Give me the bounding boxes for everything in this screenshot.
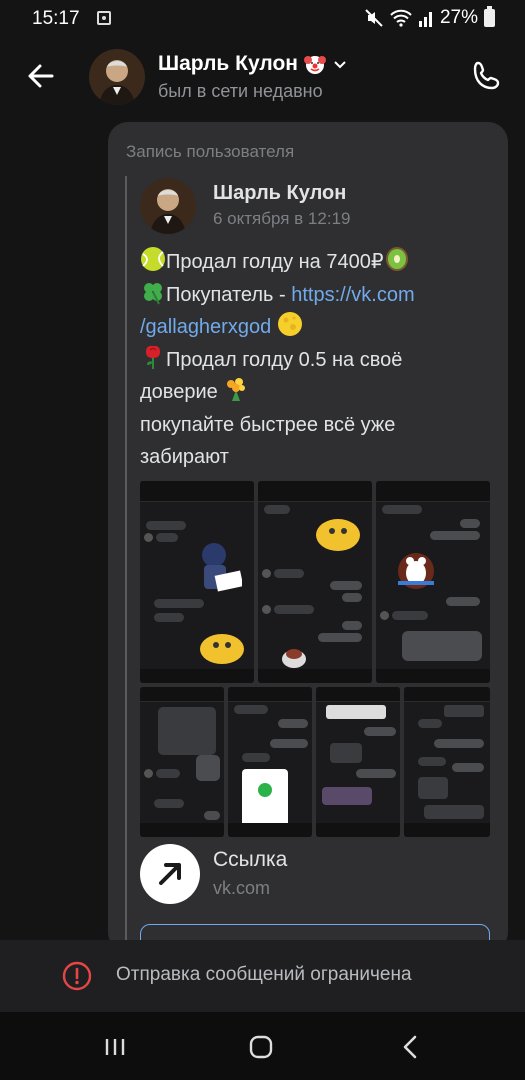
post-author-avatar[interactable] xyxy=(140,178,196,234)
back-nav-icon[interactable] xyxy=(398,1034,422,1060)
back-arrow-icon[interactable] xyxy=(22,58,58,94)
recents-icon[interactable] xyxy=(103,1037,127,1057)
photo-5[interactable] xyxy=(228,687,312,837)
restriction-text: Отправка сообщений ограничена xyxy=(116,964,412,985)
buyer-link-part-1[interactable]: https://vk.com xyxy=(291,284,414,306)
phone-icon[interactable] xyxy=(469,58,505,94)
post-line-4: Продал голду 0.5 на своё доверие xyxy=(140,344,470,409)
full-moon-emoji xyxy=(277,312,302,336)
bouquet-emoji xyxy=(227,378,246,401)
photo-4[interactable] xyxy=(140,687,224,837)
signal-icon xyxy=(418,12,432,27)
post-line-3-text: Продал голду 0.5 на своё доверие xyxy=(140,348,403,404)
link-arrow-icon xyxy=(140,844,200,904)
contact-name-text: Шарль Кулон xyxy=(158,52,298,75)
battery-percent: 27% xyxy=(439,7,478,28)
buyer-link-part-2[interactable]: /gallagherxgod xyxy=(140,316,271,338)
status-indicators: 27% xyxy=(364,6,495,29)
forward-indicator-bar xyxy=(125,176,127,952)
post-line-2: Покупатель - https://vk.com xyxy=(140,279,470,312)
forwarded-post-label: Запись пользователя xyxy=(126,142,295,161)
contact-status: был в сети недавно xyxy=(158,81,323,101)
post-author-name[interactable]: Шарль Кулон xyxy=(213,182,346,205)
post-text: Продал голду на 7400₽ Покупатель - https… xyxy=(140,246,470,474)
chat-header: Шарль Кулон был в сети недавно xyxy=(0,36,525,116)
contact-name[interactable]: Шарль Кулон xyxy=(158,52,348,76)
messaging-restricted-banner: Отправка сообщений ограничена xyxy=(0,940,525,1012)
status-time: 15:17 xyxy=(32,8,80,29)
photo-6[interactable] xyxy=(316,687,400,837)
post-date: 6 октября в 12:19 xyxy=(213,209,351,228)
chevron-down-icon[interactable] xyxy=(332,56,348,72)
post-line-2-text: Покупатель - xyxy=(166,283,292,306)
screenshot-notification-icon xyxy=(97,11,111,25)
link-domain: vk.com xyxy=(213,878,271,898)
photo-3[interactable] xyxy=(376,481,490,683)
post-line-3: /gallagherxgod xyxy=(140,311,470,344)
system-navigation-bar xyxy=(0,1012,525,1080)
clown-face-emoji xyxy=(303,56,326,74)
avatar[interactable] xyxy=(89,49,145,105)
post-line-5: покупайте быстрее всё уже забирают xyxy=(140,413,396,469)
photo-7[interactable] xyxy=(404,687,490,837)
link-title: Ссылка xyxy=(213,848,288,871)
message-bubble[interactable]: Запись пользователя Шарль Кулон 6 октябр… xyxy=(108,122,508,952)
four-leaf-clover-emoji xyxy=(144,282,162,304)
mute-icon xyxy=(365,9,383,27)
kiwi-emoji xyxy=(385,247,408,271)
home-icon[interactable] xyxy=(249,1035,273,1059)
post-line-1: Продал голду на 7400₽ xyxy=(140,246,470,279)
battery-icon xyxy=(484,6,495,27)
photo-1[interactable] xyxy=(140,481,254,683)
status-bar: 15:17 27% xyxy=(0,0,525,36)
photo-2[interactable] xyxy=(258,481,372,683)
warning-circle-icon xyxy=(62,961,92,991)
rose-emoji xyxy=(146,345,160,369)
link-attachment[interactable]: Ссылка vk.com xyxy=(140,842,490,912)
post-line-1-text: Продал голду на 7400₽ xyxy=(166,251,384,273)
tennis-ball-emoji xyxy=(141,247,165,271)
wifi-icon xyxy=(390,9,412,27)
